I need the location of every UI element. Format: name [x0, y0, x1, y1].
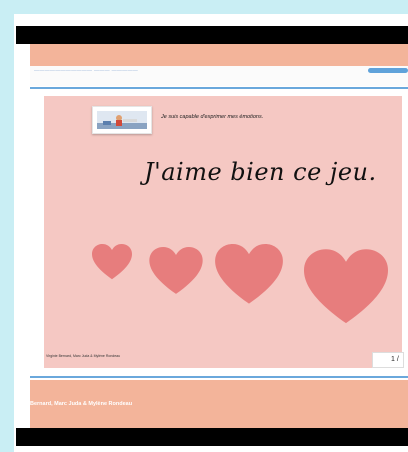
- top-black-bar: [16, 26, 408, 44]
- heart-icon: [304, 249, 388, 324]
- slide: Je suis capable d'exprimer mes émotions.…: [44, 96, 404, 368]
- phrase-text: J'aime bien ce jeu.: [144, 158, 377, 186]
- header-tab-pill[interactable]: [368, 68, 408, 73]
- header-text: ——————————— ——— —————: [34, 68, 139, 74]
- heart-icon: [215, 244, 283, 304]
- top-salmon-band: [30, 44, 408, 66]
- footer-authors: Bernard, Marc Juda & Mylène Rondeau: [30, 401, 133, 407]
- page-number: 1 /: [391, 356, 399, 363]
- header-strip: ——————————— ——— —————: [30, 66, 408, 86]
- objective-text: Je suis capable d'exprimer mes émotions.: [161, 114, 264, 120]
- page-indicator[interactable]: 1 /: [372, 352, 404, 368]
- top-blue-divider: [30, 87, 408, 89]
- slide-credits: Virginie Bernard, Marc Juda & Mylène Ron…: [46, 354, 121, 358]
- bottom-blue-divider: [30, 376, 408, 378]
- heart-icon: [92, 244, 132, 280]
- thumbnail-image: [92, 106, 152, 134]
- bottom-black-bar: [16, 428, 408, 446]
- heart-icon: [149, 247, 203, 294]
